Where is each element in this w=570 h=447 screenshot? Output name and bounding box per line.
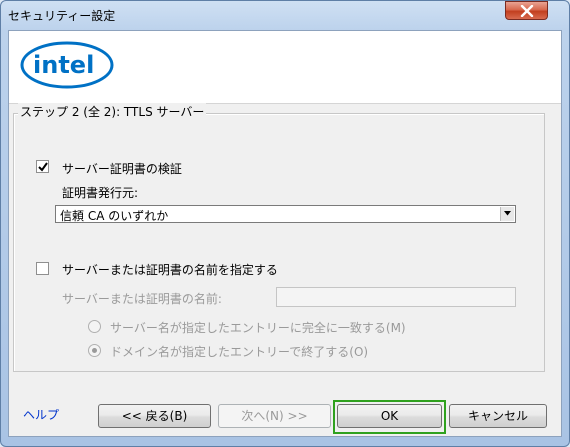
specify-name-label: サーバーまたは証明書の名前を指定する xyxy=(62,263,278,277)
help-link[interactable]: ヘルプ xyxy=(23,406,59,423)
title-bar[interactable]: セキュリティー設定 xyxy=(0,0,570,30)
window-title: セキュリティー設定 xyxy=(8,9,116,23)
cancel-button[interactable]: キャンセル xyxy=(449,404,547,428)
close-button[interactable] xyxy=(505,1,548,20)
exact-match-radio[interactable] xyxy=(88,320,101,333)
issuer-select[interactable]: 信頼 CA のいずれか xyxy=(55,205,516,223)
next-button[interactable]: 次へ(N) >> xyxy=(218,404,331,428)
ok-button[interactable]: OK xyxy=(337,404,442,428)
logo-text: intel xyxy=(33,51,94,79)
chevron-down-icon xyxy=(504,211,511,216)
validate-cert-checkbox[interactable] xyxy=(36,160,49,173)
step-group-label: ステップ 2 (全 2): TTLS サーバー xyxy=(18,103,207,120)
intel-logo: intel xyxy=(20,41,114,89)
header-banner: intel xyxy=(9,31,561,104)
server-name-input[interactable] xyxy=(276,287,516,307)
issuer-label: 証明書発行元: xyxy=(62,186,139,200)
exact-match-label: サーバー名が指定したエントリーに完全に一致する(M) xyxy=(110,321,406,335)
issuer-select-value: 信頼 CA のいずれか xyxy=(60,209,169,223)
dropdown-button[interactable] xyxy=(500,207,514,221)
domain-suffix-label: ドメイン名が指定したエントリーで終了する(O) xyxy=(110,345,369,359)
checkmark-icon xyxy=(38,162,48,172)
back-button[interactable]: << 戻る(B) xyxy=(98,404,211,428)
specify-name-checkbox[interactable] xyxy=(36,262,49,275)
close-icon xyxy=(520,5,534,17)
server-name-label: サーバーまたは証明書の名前: xyxy=(62,292,222,306)
validate-cert-label: サーバー証明書の検証 xyxy=(62,162,182,176)
radio-dot xyxy=(92,348,97,353)
domain-suffix-radio[interactable] xyxy=(88,344,101,357)
